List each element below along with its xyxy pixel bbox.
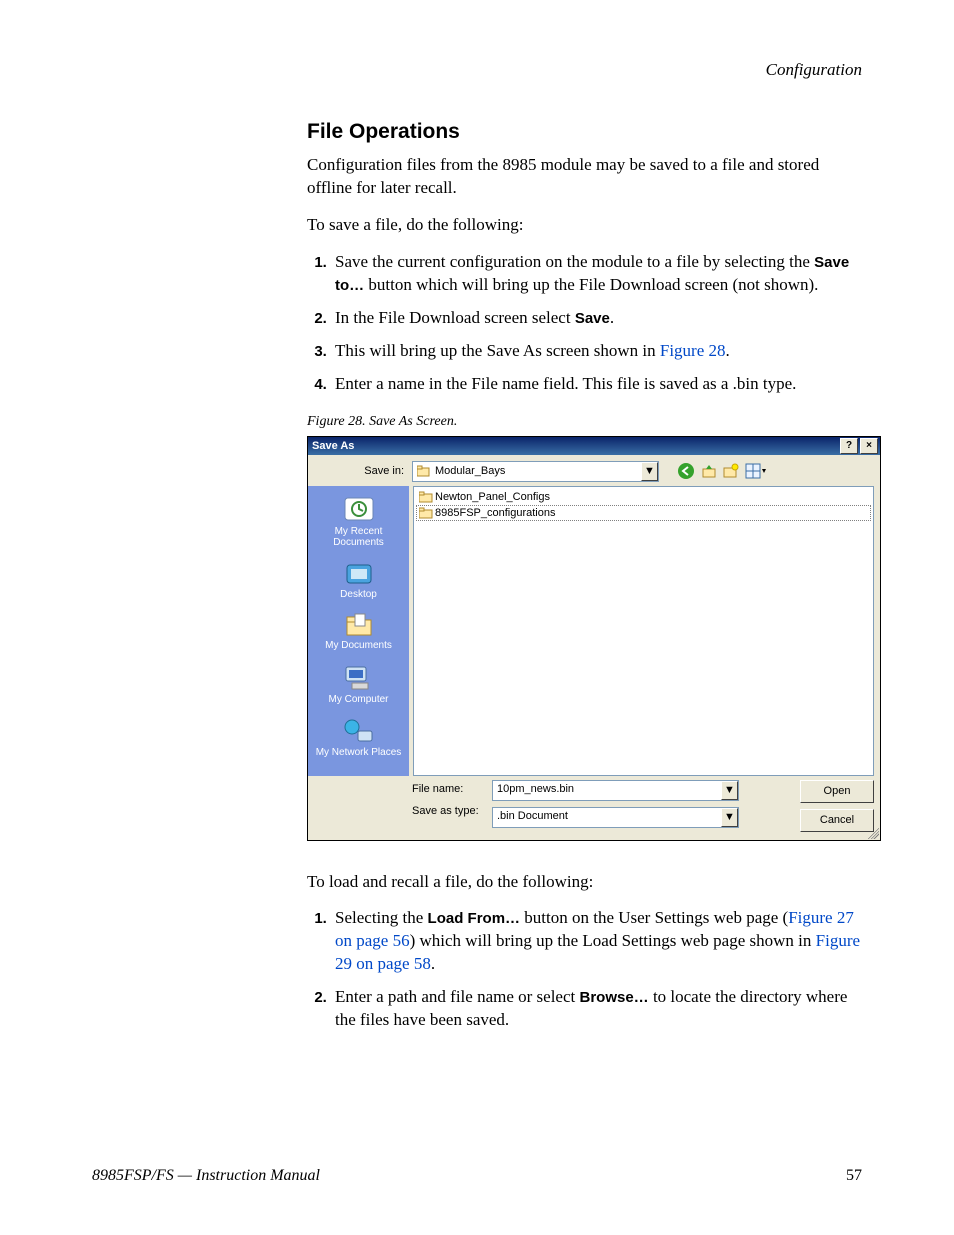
load-lead: To load and recall a file, do the follow… [307, 871, 862, 894]
dialog-title: Save As [312, 440, 354, 452]
step-1: Save the current configuration on the mo… [331, 251, 862, 297]
figure-caption: Figure 28. Save As Screen. [307, 414, 862, 430]
step-2: In the File Download screen select Save. [331, 307, 862, 330]
file-name-field[interactable]: 10pm_news.bin ▼ [492, 780, 739, 801]
browse-label: Browse… [580, 989, 649, 1006]
place-mydocs[interactable]: My Documents [312, 608, 405, 658]
save-label: Save [575, 310, 610, 327]
views-icon[interactable] [745, 463, 767, 479]
step-3: This will bring up the Save As screen sh… [331, 340, 862, 363]
load-step-2: Enter a path and file name or select Bro… [331, 986, 862, 1032]
place-mycomputer[interactable]: My Computer [312, 660, 405, 712]
load-from-label: Load From… [428, 910, 521, 927]
running-head: Configuration [92, 60, 862, 80]
new-folder-icon[interactable] [723, 463, 739, 479]
place-network[interactable]: My Network Places [312, 713, 405, 765]
load-steps: Selecting the Load From… button on the U… [307, 907, 862, 1032]
cancel-button[interactable]: Cancel [800, 809, 874, 832]
save-in-combo[interactable]: Modular_Bays ▼ [412, 461, 659, 482]
chevron-down-icon[interactable]: ▼ [721, 808, 738, 827]
step-4: Enter a name in the File name field. Thi… [331, 373, 862, 396]
open-button[interactable]: Open [800, 780, 874, 803]
places-bar: My Recent Documents Desktop My Documents… [308, 486, 409, 776]
save-lead: To save a file, do the following: [307, 214, 862, 237]
place-desktop[interactable]: Desktop [312, 557, 405, 607]
page-number: 57 [846, 1167, 862, 1185]
footer-title: 8985FSP/FS — Instruction Manual [92, 1167, 320, 1185]
load-step-1: Selecting the Load From… button on the U… [331, 907, 862, 976]
help-button[interactable]: ? [840, 438, 858, 454]
save-as-type-label: Save as type: [412, 805, 482, 817]
place-recent[interactable]: My Recent Documents [312, 492, 405, 555]
save-steps: Save the current configuration on the mo… [307, 251, 862, 396]
titlebar: Save As ? × [308, 437, 880, 455]
folder-icon [419, 491, 433, 503]
intro-paragraph: Configuration files from the 8985 module… [307, 154, 862, 200]
save-in-label: Save in: [314, 465, 404, 477]
save-as-type-field[interactable]: .bin Document ▼ [492, 807, 739, 828]
up-one-level-icon[interactable] [701, 463, 717, 479]
list-item[interactable]: Newton_Panel_Configs [416, 489, 871, 505]
save-in-value: Modular_Bays [435, 465, 641, 477]
resize-grip-icon[interactable] [865, 825, 879, 839]
back-icon[interactable] [677, 462, 695, 480]
figure-28-xref[interactable]: Figure 28 [660, 341, 726, 360]
folder-open-icon [417, 465, 431, 477]
list-item[interactable]: 8985FSP_configurations [416, 505, 871, 521]
chevron-down-icon[interactable]: ▼ [641, 462, 658, 481]
close-button[interactable]: × [860, 438, 878, 454]
file-list[interactable]: Newton_Panel_Configs 8985FSP_configurati… [413, 486, 874, 776]
folder-icon [419, 507, 433, 519]
section-heading: File Operations [307, 120, 862, 144]
save-as-dialog: Save As ? × Save in: Modular_Bays ▼ [307, 436, 881, 841]
file-name-label: File name: [412, 783, 482, 795]
chevron-down-icon[interactable]: ▼ [721, 781, 738, 800]
